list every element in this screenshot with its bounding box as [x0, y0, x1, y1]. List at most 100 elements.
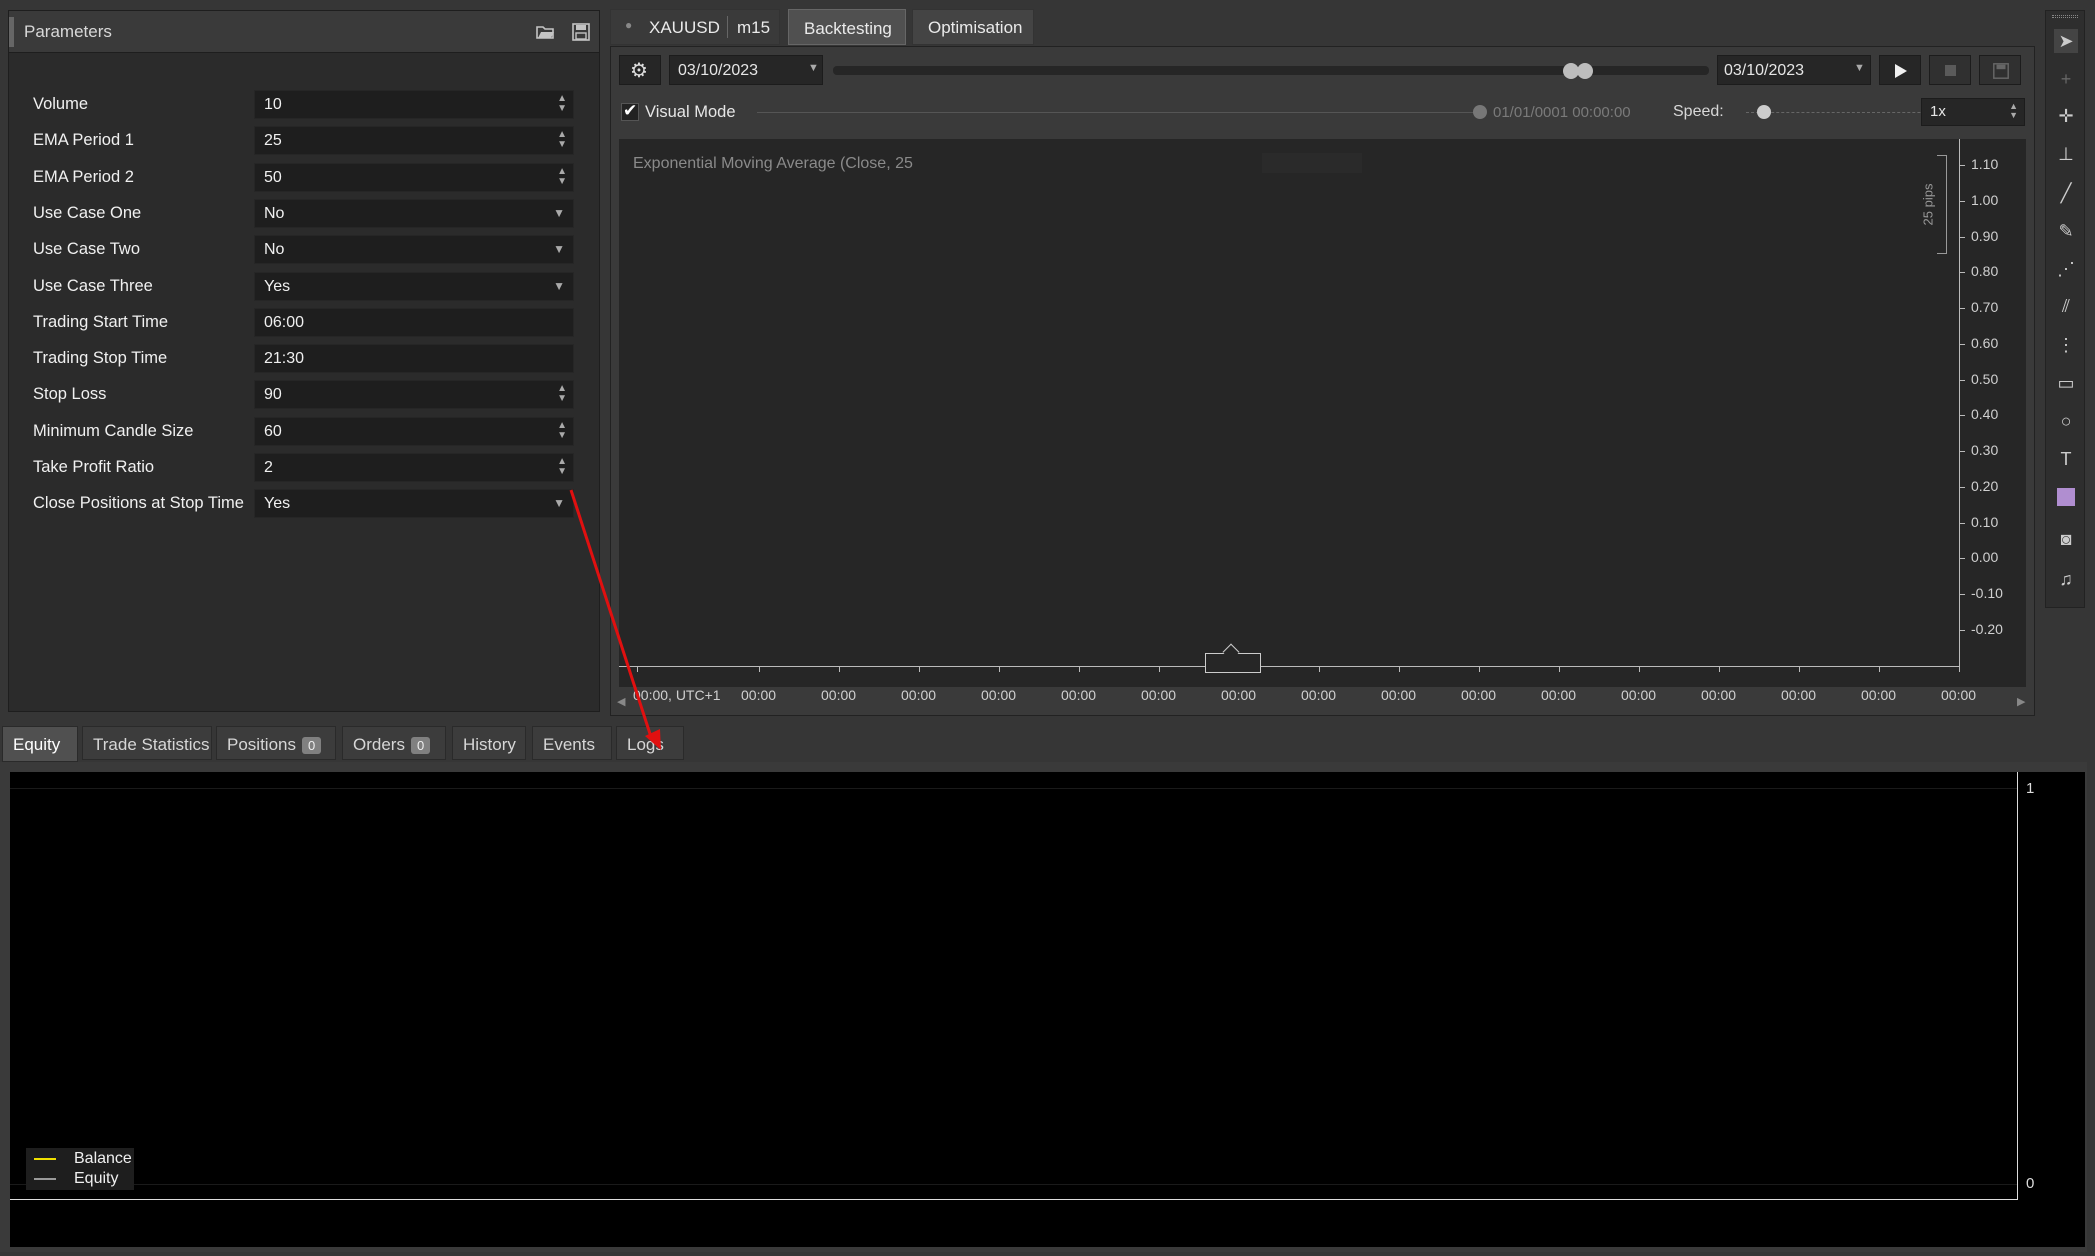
tab-label-text: Logs [627, 735, 664, 754]
fibonacci-icon[interactable]: ⋰ [2054, 257, 2078, 281]
parameter-value: No [264, 241, 285, 259]
tab-history[interactable]: History [452, 726, 526, 760]
parameters-panel: Parameters Volume 10 ▲ ▼ EMA Period 1 25 ▲ ▼ EMA… [8, 10, 600, 712]
y-axis-tick [1959, 379, 1965, 381]
chart-overlay-patch [1262, 153, 1362, 173]
grid-lines-icon[interactable]: ⋮ [2054, 333, 2078, 357]
y-axis-label: 0.80 [1971, 263, 1999, 280]
price-axis-line [1959, 139, 1960, 667]
parameter-row: Volume 10 ▲ ▼ [9, 89, 599, 121]
progress-handle[interactable] [1473, 105, 1487, 119]
speed-handle[interactable] [1757, 105, 1771, 119]
spinner-icon[interactable]: ▲ ▼ [557, 94, 567, 114]
play-button[interactable] [1879, 55, 1921, 85]
y-axis-label: 1.00 [1971, 191, 1999, 208]
speed-select[interactable]: 1x ▲ ▼ [1921, 98, 2025, 126]
timeframe-label: m15 [737, 18, 771, 37]
spinner-icon[interactable]: ▲ ▼ [557, 420, 567, 441]
parameter-row: Trading Start Time 06:00 [9, 307, 599, 339]
parameter-input[interactable]: 25 ▲ ▼ [254, 126, 574, 156]
save-icon[interactable] [571, 22, 591, 42]
pips-ruler [1937, 155, 1947, 254]
trend-line-icon[interactable]: ╱ [2054, 181, 2078, 205]
parameter-input[interactable]: 06:00 [254, 307, 574, 337]
tab-equity[interactable]: Equity [2, 726, 78, 762]
x-axis-label: 00:00 [901, 687, 937, 703]
stop-button[interactable] [1929, 55, 1971, 85]
parameter-input[interactable]: 90 ▲ ▼ [254, 380, 574, 410]
parameters-title: Parameters [24, 22, 112, 41]
chevron-down-icon: ▼ [553, 278, 565, 293]
bell-icon[interactable]: ♫ [2054, 567, 2078, 591]
scroll-left-icon[interactable]: ◀ [617, 695, 625, 708]
parameter-row: Take Profit Ratio 2 ▲ ▼ [9, 452, 599, 484]
parameter-input[interactable]: 10 ▲ ▼ [254, 90, 574, 119]
tab-label-text: Positions [227, 735, 296, 754]
parameter-input[interactable]: 2 ▲ ▼ [254, 453, 574, 482]
anchor-icon[interactable]: ⊥ [2054, 142, 2078, 166]
parameter-input[interactable]: 50 ▲ ▼ [254, 162, 574, 192]
start-date-picker[interactable]: 03/10/2023 ▼ [669, 55, 823, 85]
parameter-select[interactable]: Yes ▼ [254, 489, 574, 519]
time-axis-line [619, 666, 1959, 667]
crosshair-measure-icon[interactable]: ✛ [2054, 104, 2078, 128]
price-chart[interactable]: Exponential Moving Average (Close, 25 25… [619, 139, 2026, 703]
circle-icon[interactable]: ○ [2054, 409, 2078, 433]
parameter-select[interactable]: Yes ▼ [254, 271, 574, 301]
parameter-label: Volume [33, 95, 89, 113]
tab-positions[interactable]: Positions 0 [216, 726, 336, 760]
pitchfork-icon[interactable]: ⫽ [2054, 294, 2078, 318]
crosshair-icon[interactable]: + [2054, 67, 2078, 91]
settings-button[interactable]: ⚙ [619, 55, 661, 85]
parameter-value: 2 [264, 459, 273, 476]
date-range-slider[interactable] [833, 63, 1709, 79]
x-axis-tick [1639, 667, 1640, 672]
equity-bottom-gridline [10, 1184, 2017, 1185]
color-swatch-icon[interactable] [2054, 485, 2078, 509]
tab-trade-statistics[interactable]: Trade Statistics [82, 726, 212, 760]
play-icon [1895, 64, 1907, 78]
parameter-input[interactable]: 21:30 [254, 344, 574, 374]
end-date-picker[interactable]: 03/10/2023 ▼ [1717, 55, 1871, 85]
parameter-label: Use Case Two [33, 240, 140, 259]
text-icon[interactable]: T [2054, 447, 2078, 471]
parameter-row: Trading Stop Time 21:30 [9, 343, 599, 375]
parameter-select[interactable]: No ▼ [254, 198, 574, 228]
x-axis-label: 00:00 [1941, 687, 1977, 703]
tab-label: Events [543, 735, 595, 755]
x-axis-tick [919, 667, 920, 672]
equity-chart[interactable]: 1 0 Balance Equity [10, 772, 2085, 1247]
tab-backtesting[interactable]: Backtesting [788, 9, 906, 45]
cursor-icon[interactable]: ➤ [2054, 29, 2078, 53]
toolbar-grip[interactable] [2052, 15, 2078, 18]
parameter-select[interactable]: No ▼ [254, 235, 574, 265]
spinner-icon[interactable]: ▲ ▼ [557, 457, 567, 477]
save-report-button[interactable] [1979, 55, 2021, 85]
range-handle-end[interactable] [1577, 63, 1593, 79]
spinner-icon[interactable]: ▲ ▼ [557, 166, 567, 187]
check-icon: ✔ [623, 101, 638, 120]
tab-events[interactable]: Events [532, 726, 612, 760]
tab-optimisation[interactable]: Optimisation [912, 9, 1034, 45]
drag-grip[interactable] [9, 17, 14, 47]
tab-symbol[interactable]: ● XAUUSD m15 [610, 9, 780, 45]
tab-logs[interactable]: Logs [616, 726, 684, 760]
tab-orders[interactable]: Orders 0 [342, 726, 446, 760]
x-axis-label: 00:00 [1461, 687, 1497, 703]
folder-open-icon[interactable] [535, 22, 555, 42]
scroll-right-icon[interactable]: ▶ [2017, 695, 2025, 708]
rectangle-icon[interactable]: ▭ [2054, 371, 2078, 395]
parameter-input[interactable]: 60 ▲ ▼ [254, 416, 574, 446]
pencil-icon[interactable]: ✎ [2054, 219, 2078, 243]
spinner-icon[interactable]: ▲ ▼ [557, 384, 567, 404]
spinner-icon[interactable]: ▲ ▼ [557, 130, 567, 150]
tab-label: Orders 0 [353, 735, 431, 755]
parameter-value: 25 [264, 132, 282, 150]
visual-mode-checkbox[interactable]: ✔ [621, 101, 639, 121]
y-axis-tick [1959, 415, 1965, 417]
chevron-down-icon: ▼ [553, 242, 565, 257]
parameter-label: Use Case Three [33, 276, 153, 295]
x-axis-label: 00:00 [1381, 687, 1417, 703]
y-axis-label: -0.10 [1971, 585, 2003, 601]
camera-icon[interactable]: ◙ [2054, 527, 2078, 551]
